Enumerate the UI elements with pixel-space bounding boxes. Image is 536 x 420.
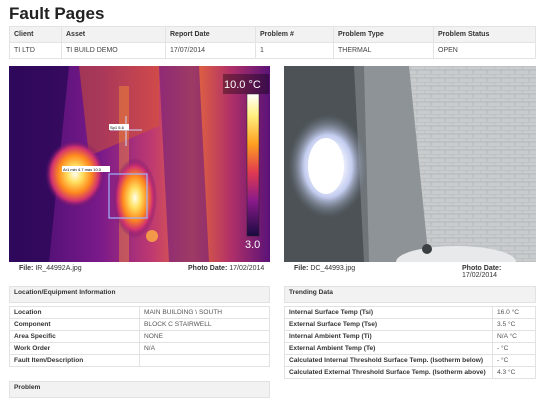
dc-file-name: DC_44993.jpg: [310, 265, 356, 272]
column-asset: Asset: [61, 26, 166, 43]
problem-number-value: 1: [255, 42, 334, 59]
scale-min-label: 3.0: [245, 239, 260, 251]
table-row: Internal Surface Temp (Tsi) 16.0 °C: [284, 306, 536, 319]
dc-file-caption: File: DC_44993.jpg: [294, 265, 356, 272]
scale-max-label: 10.0 °C: [224, 79, 261, 91]
trending-table-title: Trending Data: [284, 286, 536, 303]
ir-date-caption: Photo Date: 17/02/2014: [188, 265, 265, 272]
area-label: Ar1 min 4.7 max 10.0: [63, 167, 102, 172]
report-header-table: Client Asset Report Date Problem # Probl…: [9, 26, 536, 59]
table-row: External Surface Temp (Tse) 3.5 °C: [284, 318, 536, 331]
ir-photo-date: 17/02/2014: [229, 265, 265, 272]
digital-photo: [284, 66, 536, 262]
dc-photo-date: 17/02/2014: [462, 272, 498, 279]
table-row: Calculated External Threshold Surface Te…: [284, 366, 536, 379]
location-table-title: Location/Equipment Information: [9, 286, 270, 303]
column-client: Client: [9, 26, 62, 43]
digital-photo-graphic: [284, 66, 536, 262]
temperature-scale-bar: [246, 93, 260, 237]
thermal-image: Sp1 5.6 Ar1 min 4.7 max 10.0 10.0 °C 3.0: [9, 66, 270, 262]
problem-type-value: THERMAL: [333, 42, 434, 59]
table-row: Work Order N/A: [9, 342, 270, 355]
column-report-date: Report Date: [165, 26, 256, 43]
table-row: Fault Item/Description: [9, 354, 270, 367]
problem-table-title: Problem: [9, 381, 270, 398]
table-row: Area Specific NONE: [9, 330, 270, 343]
spot-label: Sp1 5.6: [110, 125, 125, 130]
client-value: TI LTD: [9, 42, 62, 59]
column-problem-status: Problem Status: [433, 26, 536, 43]
table-row: Location MAIN BUILDING \ SOUTH: [9, 306, 270, 319]
column-problem-number: Problem #: [255, 26, 334, 43]
page-title: Fault Pages: [9, 4, 105, 23]
table-row: Component BLOCK C STAIRWELL: [9, 318, 270, 331]
trending-table: Trending Data Internal Surface Temp (Tsi…: [284, 286, 536, 379]
ir-file-name: IR_44992A.jpg: [35, 265, 82, 272]
asset-value: TI BUILD DEMO: [61, 42, 166, 59]
dc-date-caption: Photo Date: 17/02/2014: [462, 265, 502, 279]
location-table: Location/Equipment Information Location …: [9, 286, 270, 367]
table-row: Calculated Internal Threshold Surface Te…: [284, 354, 536, 367]
header-columns-row: Client Asset Report Date Problem # Probl…: [9, 26, 536, 43]
thermal-image-graphic: Sp1 5.6 Ar1 min 4.7 max 10.0 10.0 °C 3.0: [9, 66, 270, 262]
problem-status-value: OPEN: [433, 42, 536, 59]
column-problem-type: Problem Type: [333, 26, 434, 43]
report-date-value: 17/07/2014: [165, 42, 256, 59]
header-values-row: TI LTD TI BUILD DEMO 17/07/2014 1 THERMA…: [9, 42, 536, 59]
table-row: External Ambient Temp (Te) - °C: [284, 342, 536, 355]
table-row: Internal Ambient Temp (Ti) N/A °C: [284, 330, 536, 343]
problem-table: Problem: [9, 381, 270, 398]
ir-file-caption: File: IR_44992A.jpg: [19, 265, 82, 272]
